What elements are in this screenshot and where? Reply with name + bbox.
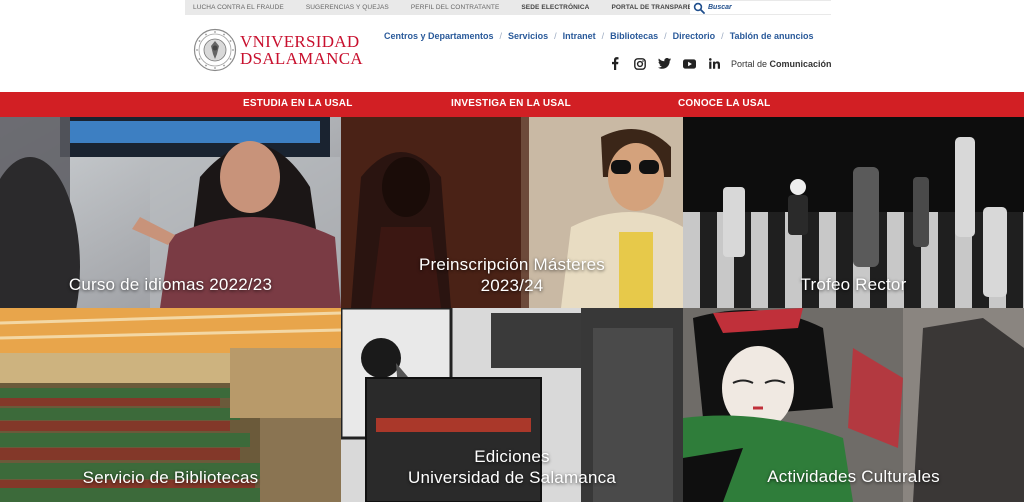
nav-separator: / (664, 31, 667, 41)
tile-caption-line-1: Ediciones (474, 447, 550, 466)
nav-intranet[interactable]: Intranet (563, 31, 596, 41)
top-link-sede-electronica[interactable]: SEDE ELECTRÓNICA (521, 4, 589, 11)
portal-prefix: Portal de (731, 59, 768, 69)
tile-trofeo-rector-caption: Trofeo Rector (683, 274, 1024, 295)
nav-separator: / (721, 31, 724, 41)
top-link-fraude[interactable]: LUCHA CONTRA EL FRAUDE (193, 4, 284, 11)
portal-comunicacion-link[interactable]: Portal de Comunicación (731, 59, 832, 69)
search-box[interactable] (690, 1, 831, 14)
facebook-icon[interactable] (608, 57, 621, 70)
tile-actividades-culturales[interactable]: Actividades Culturales (683, 308, 1024, 502)
rednav-estudia[interactable]: ESTUDIA EN LA USAL (243, 98, 353, 109)
university-wordmark: VNIVERSIDAD DSALAMANCA (240, 33, 363, 67)
tile-curso-idiomas-caption: Curso de idiomas 2022/23 (0, 274, 341, 295)
tile-ediciones-universidad[interactable]: Ediciones Universidad de Salamanca (341, 308, 683, 502)
main-navigation: Centros y Departamentos / Servicios / In… (384, 31, 814, 41)
tile-actividades-culturales-caption: Actividades Culturales (683, 466, 1024, 487)
top-links: LUCHA CONTRA EL FRAUDE SUGERENCIAS Y QUE… (185, 0, 730, 15)
nav-separator: / (554, 31, 557, 41)
university-logo[interactable]: VNIVERSIDAD DSALAMANCA (193, 28, 363, 72)
tile-caption-line-2: 2023/24 (480, 276, 544, 295)
tile-curso-idiomas[interactable]: Curso de idiomas 2022/23 (0, 117, 341, 308)
nav-separator: / (601, 31, 605, 41)
nav-servicios[interactable]: Servicios (508, 31, 548, 41)
tile-ediciones-universidad-caption: Ediciones Universidad de Salamanca (341, 446, 683, 488)
red-navigation-bar: ESTUDIA EN LA USAL INVESTIGA EN LA USAL … (0, 92, 1024, 117)
wordmark-line-2: DSALAMANCA (240, 49, 363, 68)
rednav-investiga[interactable]: INVESTIGA EN LA USAL (451, 98, 571, 109)
search-input[interactable] (708, 4, 818, 11)
tile-preinscripcion-masteres-caption: Preinscripción Másteres 2023/24 (341, 254, 683, 296)
portal-bold: Comunicación (769, 59, 832, 69)
nav-bibliotecas[interactable]: Bibliotecas (610, 31, 658, 41)
tile-preinscripcion-masteres[interactable]: Preinscripción Másteres 2023/24 (341, 117, 683, 308)
nav-tablon-anuncios[interactable]: Tablón de anuncios (730, 31, 814, 41)
wordmark-line-1: VNIVERSIDAD (240, 32, 360, 51)
tile-caption-line-1: Preinscripción Másteres (419, 255, 605, 274)
twitter-icon[interactable] (658, 57, 671, 70)
search-icon[interactable] (693, 2, 705, 14)
linkedin-icon[interactable] (708, 57, 721, 70)
university-seal-icon (193, 28, 237, 72)
youtube-icon[interactable] (683, 57, 696, 70)
top-link-perfil-contratante[interactable]: PERFIL DEL CONTRATANTE (411, 4, 500, 11)
top-link-sugerencias[interactable]: SUGERENCIAS Y QUEJAS (306, 4, 389, 11)
instagram-icon[interactable] (633, 57, 646, 70)
nav-centros-departamentos[interactable]: Centros y Departamentos (384, 31, 494, 41)
rednav-conoce[interactable]: CONOCE LA USAL (678, 98, 770, 109)
tile-trofeo-rector[interactable]: Trofeo Rector (683, 117, 1024, 308)
tile-caption-line-1: Curso de idiomas 2022/23 (68, 275, 273, 294)
tile-servicio-bibliotecas[interactable]: Servicio de Bibliotecas (0, 308, 341, 502)
tile-servicio-bibliotecas-caption: Servicio de Bibliotecas (0, 467, 341, 488)
top-utility-bar: LUCHA CONTRA EL FRAUDE SUGERENCIAS Y QUE… (0, 0, 1024, 15)
top-utility-bar-inner: LUCHA CONTRA EL FRAUDE SUGERENCIAS Y QUE… (185, 0, 831, 15)
nav-separator: / (499, 31, 503, 41)
social-links (608, 57, 733, 70)
tile-caption-line-2: Universidad de Salamanca (408, 468, 616, 487)
tile-caption-line-1: Trofeo Rector (800, 275, 907, 294)
tile-caption-line-1: Servicio de Bibliotecas (82, 468, 259, 487)
site-header: VNIVERSIDAD DSALAMANCA Centros y Departa… (0, 15, 1024, 92)
nav-directorio[interactable]: Directorio (673, 31, 716, 41)
tile-caption-line-1: Actividades Culturales (767, 467, 940, 486)
